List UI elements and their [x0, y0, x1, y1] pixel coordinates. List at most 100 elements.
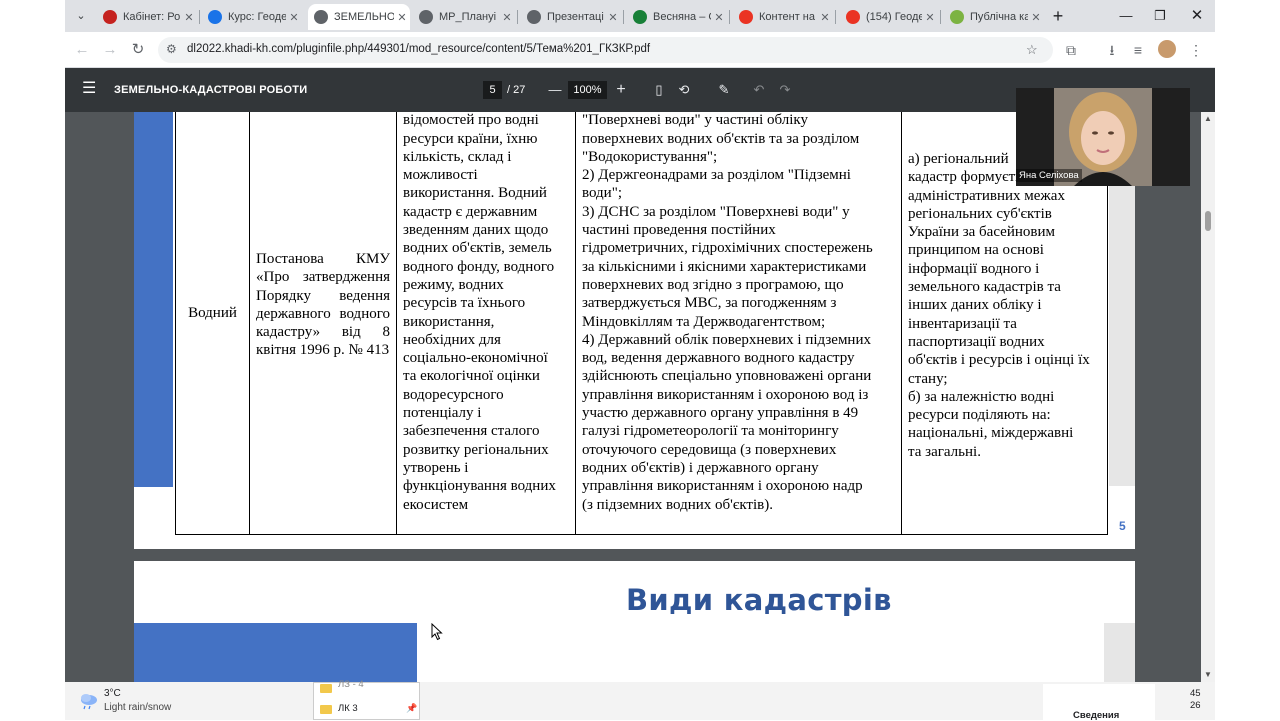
tab-close-icon[interactable]: ✕ — [394, 11, 410, 24]
close-window-button[interactable]: ✕ — [1182, 6, 1212, 26]
site-info-icon[interactable]: ⚙ — [166, 42, 180, 56]
text-line: "Поверхневі води" у частині обліку — [582, 112, 808, 129]
tab-6[interactable]: Весняна – G ✕ — [627, 4, 727, 30]
text-line: використання. Водний — [403, 185, 547, 202]
text-line: можливості — [403, 167, 478, 184]
reload-icon[interactable]: ↻ — [128, 40, 148, 60]
minimize-button[interactable]: — — [1111, 6, 1141, 26]
text-line: 3) ДСНС за розділом "Поверхневі води" у — [582, 203, 850, 220]
tab-close-icon[interactable]: ✕ — [499, 11, 515, 24]
zoom-out-icon[interactable]: — — [547, 82, 563, 98]
text-line: соціально-економічної — [403, 350, 548, 367]
tab-close-icon[interactable]: ✕ — [1028, 11, 1044, 24]
weather-condition: Light rain/snow — [104, 702, 172, 713]
url-text[interactable]: dl2022.khadi-kh.com/pluginfile.php/44930… — [187, 43, 650, 55]
decorative-grey-block — [1104, 623, 1135, 682]
new-tab-button[interactable]: + — [1043, 6, 1073, 26]
folder-item-top[interactable]: ЛЗ - 4 — [338, 679, 364, 690]
text-line: та екологічної оцінки — [403, 368, 540, 385]
text-line: інших даних обліку і — [908, 297, 1042, 314]
tab-close-icon[interactable]: ✕ — [605, 11, 621, 24]
text-line: оточуючого середовища (з поверхневих — [582, 441, 837, 458]
text-line: забезпечення сталого — [403, 423, 540, 440]
tab-5[interactable]: Презентаці ✕ — [521, 4, 621, 30]
profile-avatar[interactable] — [1158, 40, 1176, 58]
text-line: "Водокористування"; — [582, 148, 718, 165]
folder-item-bottom[interactable]: ЛК 3 — [338, 703, 358, 714]
text-line: (з підземних водних об'єктів). — [582, 496, 773, 513]
tab-title: (154) Геоде — [866, 11, 922, 23]
pdf-page: Водний Постанова КМУ «Про затвердження П… — [134, 112, 1135, 549]
tab-search-chevron-icon[interactable]: ⌄ — [71, 6, 91, 26]
restore-button[interactable]: ❐ — [1145, 6, 1175, 26]
more-menu-icon[interactable]: ⋮ — [1187, 41, 1205, 59]
tab-9[interactable]: Публічна ка ✕ — [944, 4, 1044, 30]
tab-close-icon[interactable]: ✕ — [817, 11, 833, 24]
tab-favicon-icon — [103, 10, 117, 24]
undo-icon[interactable]: ↶ — [751, 82, 767, 98]
video-call-overlay[interactable]: Яна Селіхова — [1016, 88, 1190, 186]
definition-text: систематизована збіркавідомостей про вод… — [403, 112, 569, 514]
decorative-blue-block — [134, 623, 417, 682]
redo-icon[interactable]: ↷ — [777, 82, 793, 98]
weather-temperature: 3°C — [104, 688, 121, 699]
text-line: здійснюють спеціально уповноважені орган… — [582, 368, 872, 385]
bookmark-star-icon[interactable]: ☆ — [1026, 42, 1038, 58]
text-line: паспортизації водних — [908, 333, 1045, 350]
tab-3[interactable]: ЗЕМЕЛЬНО ✕ — [308, 4, 410, 30]
tab-favicon-icon — [208, 10, 222, 24]
tab-close-icon[interactable]: ✕ — [286, 11, 302, 24]
extensions-icon[interactable]: ⧉ — [1062, 41, 1080, 59]
page-number-input[interactable]: 5 — [483, 81, 502, 99]
tab-favicon-icon — [527, 10, 541, 24]
back-arrow-icon[interactable]: ← — [72, 40, 92, 60]
fit-page-icon[interactable]: ▯ — [651, 82, 667, 98]
tab-1[interactable]: Кабінет: Ро ✕ — [97, 4, 197, 30]
text-line: води"; — [582, 185, 622, 202]
text-line: водних об'єктів) і державного органу — [582, 459, 819, 476]
pin-icon[interactable]: 📌 — [406, 703, 417, 714]
vertical-scrollbar[interactable]: ▲ ▼ — [1201, 112, 1215, 682]
page-number-label: 5 — [1119, 519, 1126, 533]
text-line: інформації водного і — [908, 260, 1040, 277]
media-control-icon[interactable]: ≡ — [1129, 41, 1147, 59]
clock-line-2: 26 — [1190, 700, 1201, 711]
tab-close-icon[interactable]: ✕ — [922, 11, 938, 24]
download-icon[interactable]: ⭳ — [1103, 41, 1121, 59]
annotate-icon[interactable]: ✎ — [716, 82, 732, 98]
weather-cloud-icon[interactable] — [78, 690, 100, 712]
rotate-icon[interactable]: ⟲ — [676, 82, 692, 98]
zoom-input[interactable]: 100% — [568, 81, 607, 99]
tab-separator — [729, 10, 730, 24]
tab-8[interactable]: (154) Геоде ✕ — [840, 4, 938, 30]
tab-title: Презентаці — [547, 11, 604, 23]
pdf-page-next: Види кадастрів — [134, 561, 1135, 682]
scroll-down-arrow-icon[interactable]: ▼ — [1203, 670, 1213, 680]
tab-close-icon[interactable]: ✕ — [711, 11, 727, 24]
page-total: / 27 — [507, 84, 526, 96]
participant-name: Яна Селіхова — [1016, 169, 1082, 182]
text-line: утворень і — [403, 459, 469, 476]
scroll-up-arrow-icon[interactable]: ▲ — [1203, 114, 1213, 124]
text-line: принципом на основі — [908, 242, 1044, 259]
structure-text: а) регіональний кадастр формується в адмін… — [908, 150, 1101, 461]
tab-2[interactable]: Курс: Геоде ✕ — [202, 4, 302, 30]
tab-title: Курс: Геоде — [228, 11, 286, 23]
cadastre-table: Водний Постанова КМУ «Про затвердження П… — [175, 112, 1108, 535]
text-line: водоресурсного — [403, 386, 504, 403]
system-clock[interactable]: 45 26 — [1190, 688, 1201, 712]
address-bar[interactable]: ⚙ dl2022.khadi-kh.com/pluginfile.php/449… — [158, 37, 1053, 63]
text-line: управління використанням і охороною вод … — [582, 386, 869, 403]
zoom-in-icon[interactable]: + — [613, 82, 629, 98]
pdf-viewer[interactable]: Водний Постанова КМУ «Про затвердження П… — [65, 112, 1215, 682]
scroll-thumb[interactable] — [1205, 211, 1211, 231]
tab-4[interactable]: МР_Плануі ✕ — [413, 4, 515, 30]
tab-favicon-icon — [739, 10, 753, 24]
clock-line-1: 45 — [1190, 688, 1201, 699]
tab-title: ЗЕМЕЛЬНО — [334, 11, 394, 23]
hamburger-menu-icon[interactable]: ☰ — [82, 81, 96, 97]
tab-close-icon[interactable]: ✕ — [181, 11, 197, 24]
forward-arrow-icon[interactable]: → — [100, 40, 120, 60]
text-line: кількість, склад і — [403, 148, 512, 165]
tab-7[interactable]: Контент на ✕ — [733, 4, 833, 30]
